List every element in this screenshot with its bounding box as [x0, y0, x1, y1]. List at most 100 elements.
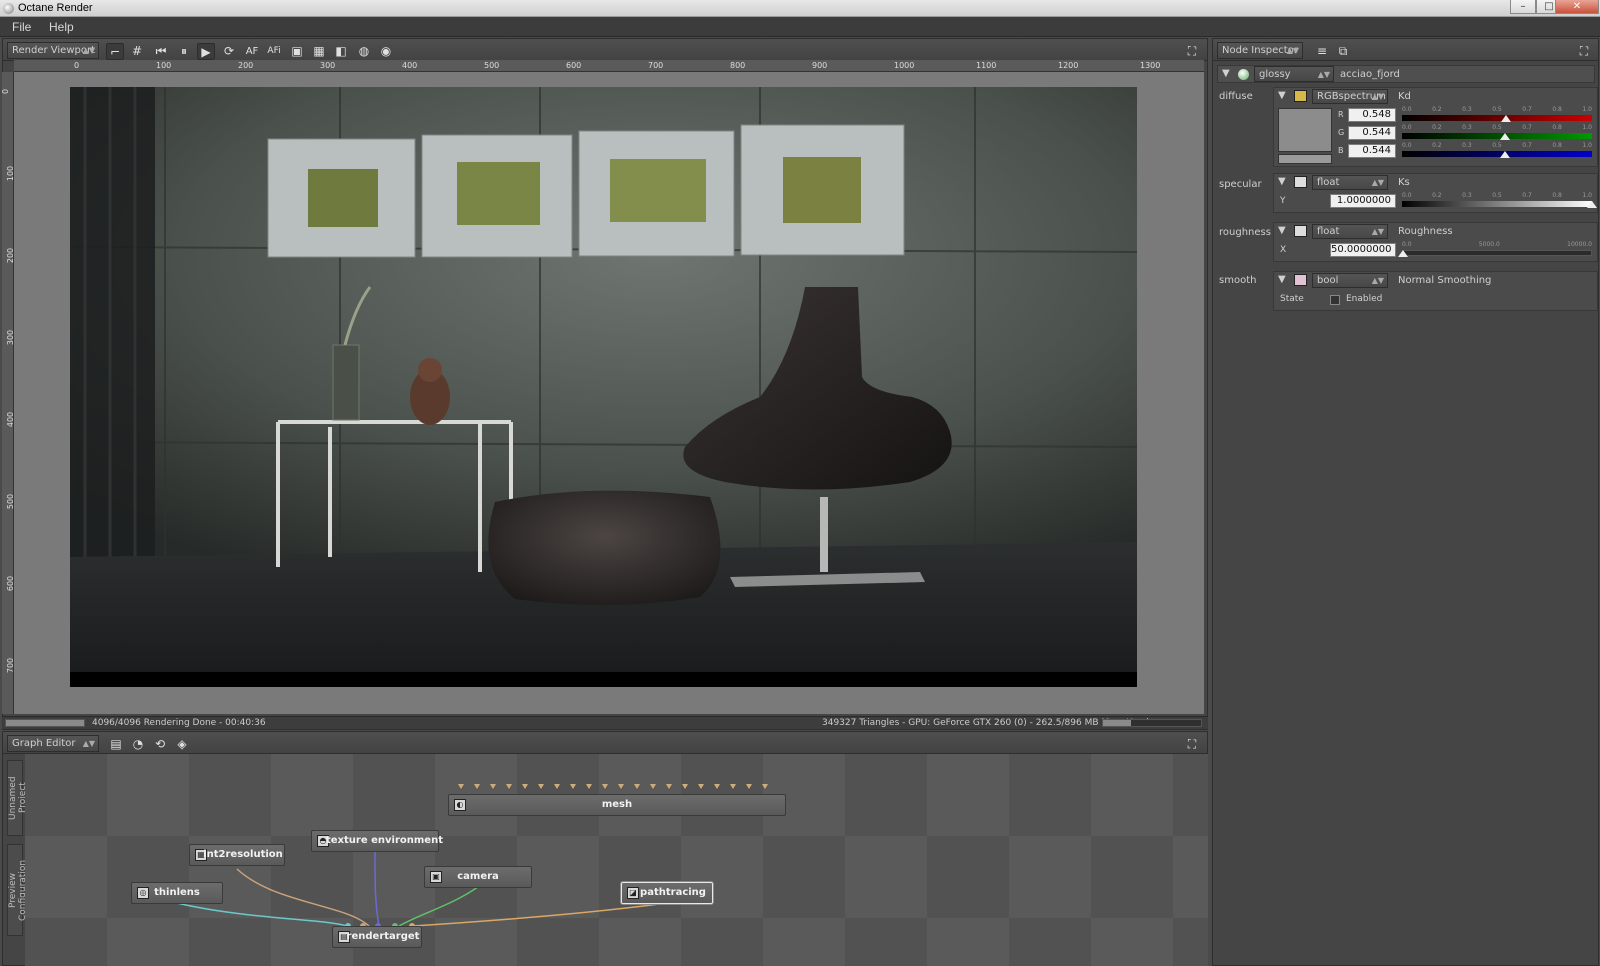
autofocus-button[interactable]: AF [243, 43, 261, 60]
graph-maximize-icon[interactable]: ⛶ [1183, 736, 1201, 753]
ruler-left-tick: 300 [6, 329, 14, 346]
split-view-icon[interactable]: ◧ [332, 43, 350, 60]
tab-preview-configuration[interactable]: Preview Configuration [7, 844, 28, 936]
node-rendertarget[interactable]: ▤ rendertarget [332, 926, 422, 948]
refresh-icon[interactable]: ⟳ [220, 43, 238, 60]
viewport-maximize-icon[interactable]: ⛶ [1183, 43, 1201, 60]
smooth-type-dropdown[interactable]: bool ▲▼ [1312, 273, 1388, 288]
menu-help[interactable]: Help [49, 20, 74, 34]
sync-icon[interactable]: ◉ [377, 43, 395, 60]
inspector-selector[interactable]: Node Inspector ▲▼ [1217, 42, 1303, 59]
collapse-all-icon[interactable]: ⧉ [1334, 43, 1352, 60]
roughness-section: ▼ float ▲▼ Roughness X 50.0000000 0.0 5000… [1273, 222, 1598, 262]
diffuse-section: ▼ RGBspectrum ▲▼ Kd R 0.548 0.0 0.2 0.3 0.5 0.7… [1273, 87, 1598, 167]
node-mesh[interactable]: ◐ mesh [448, 794, 786, 816]
expand-all-icon[interactable]: ≡ [1313, 43, 1331, 60]
channel-slider-r[interactable]: 0.0 0.2 0.3 0.5 0.7 0.8 1.0 [1402, 106, 1592, 122]
node-camera[interactable]: ▣ camera [424, 866, 532, 888]
channel-slider-thumb[interactable] [1500, 133, 1511, 140]
smooth-section: ▼ bool ▲▼ Normal Smoothing State Enabled [1273, 271, 1598, 311]
channel-label-b: B [1338, 146, 1344, 155]
load-material-icon[interactable]: ◔ [129, 736, 147, 753]
diffuse-collapse-icon[interactable]: ▼ [1278, 90, 1286, 101]
float-texture-icon [1294, 176, 1307, 188]
ruler-left-tick: 200 [6, 247, 14, 264]
ruler-top-tick: 1100 [976, 61, 997, 70]
menu-bar: File Help [0, 17, 1600, 37]
grid-icon[interactable]: # [128, 43, 146, 60]
play-icon[interactable]: ▶ [197, 43, 215, 60]
ruler-top-tick: 1300 [1140, 61, 1161, 70]
gpu-status-text: 349327 Triangles - GPU: GeForce GTX 260 … [822, 718, 1149, 728]
channel-slider-b[interactable]: 0.0 0.2 0.3 0.5 0.7 0.8 1.0 [1402, 142, 1592, 158]
float-texture-icon [1294, 225, 1307, 237]
material-header: ▼ glossy ▲▼ acciao_fjord [1217, 65, 1595, 83]
menu-file[interactable]: File [12, 20, 31, 34]
bool-texture-icon [1294, 274, 1307, 286]
channel-scale: 0.0 0.2 0.3 0.5 0.7 0.8 1.0 [1402, 124, 1592, 131]
select-tool-icon[interactable]: ⌐ [106, 43, 124, 60]
render-image[interactable] [70, 87, 1137, 687]
viewport-selector[interactable]: Render Viewport ▲▼ [7, 42, 99, 59]
ruler-horizontal: 0 100 200 300 400 500 600 700 800 900 1000 1100 1200… [14, 60, 1204, 72]
diffuse-pin-name: Kd [1398, 91, 1411, 102]
specular-slider-thumb[interactable] [1587, 201, 1597, 208]
specular-collapse-icon[interactable]: ▼ [1278, 176, 1286, 187]
minimize-button[interactable]: – [1510, 0, 1536, 14]
channel-value-b[interactable]: 0.544 [1348, 144, 1396, 158]
channel-slider-thumb[interactable] [1500, 151, 1511, 158]
specular-type-dropdown[interactable]: float ▲▼ [1312, 175, 1388, 190]
smooth-collapse-icon[interactable]: ▼ [1278, 274, 1286, 285]
ruler-left-tick: 400 [6, 411, 14, 428]
channel-scale: 0.0 0.2 0.3 0.5 0.7 0.8 1.0 [1402, 106, 1592, 113]
roughness-label: roughness [1219, 227, 1271, 238]
node-pathtracing[interactable]: ◪ pathtracing [621, 882, 713, 904]
smooth-checkbox[interactable] [1330, 295, 1340, 305]
roughness-axis-label: X [1280, 245, 1287, 255]
ruler-top-tick: 100 [156, 61, 172, 70]
channel-slider-g[interactable]: 0.0 0.2 0.3 0.5 0.7 0.8 1.0 [1402, 124, 1592, 140]
autofocus-image-button[interactable]: AFi [265, 43, 283, 60]
ruler-top-tick: 800 [730, 61, 746, 70]
node-thinlens[interactable]: ◎ thinlens [131, 882, 223, 904]
diffuse-type-dropdown[interactable]: RGBspectrum ▲▼ [1312, 89, 1388, 104]
specular-pin-name: Ks [1398, 177, 1410, 188]
ruler-left-tick: 0 [2, 89, 10, 94]
roughness-slider[interactable]: 0.0 5000.0 10000.0 [1397, 241, 1592, 257]
globe-icon[interactable]: ◍ [355, 43, 373, 60]
diffuse-color-swatch[interactable] [1278, 108, 1332, 152]
node-texture-environment[interactable]: ◓ texture environment [311, 830, 443, 852]
region-render-icon[interactable]: ▣ [288, 43, 306, 60]
ruler-left-tick: 100 [6, 165, 14, 182]
graph-canvas[interactable]: ◐ mesh ◓ texture environment ▦ int2resol… [25, 754, 1208, 966]
graph-editor-selector[interactable]: Graph Editor ▲▼ [7, 735, 99, 752]
reload-icon[interactable]: ⟲ [151, 736, 169, 753]
save-graph-icon[interactable]: ▤ [107, 736, 125, 753]
ruler-top-tick: 300 [320, 61, 336, 70]
checker-icon[interactable]: ▦ [310, 43, 328, 60]
roughness-collapse-icon[interactable]: ▼ [1278, 225, 1286, 236]
rewind-icon[interactable]: ⏮ [152, 43, 170, 60]
roughness-type-dropdown[interactable]: float ▲▼ [1312, 224, 1388, 239]
channel-value-g[interactable]: 0.544 [1348, 126, 1396, 140]
app-icon [3, 3, 14, 14]
specular-slider[interactable]: 0.0 0.2 0.3 0.5 0.7 0.8 1.0 [1402, 192, 1597, 208]
diffuse-color-swatch-preview [1278, 154, 1332, 164]
tab-unnamed-project[interactable]: Unnamed Project [7, 760, 28, 836]
pause-icon[interactable]: ⏸ [175, 43, 193, 60]
collapse-arrow-icon[interactable]: ▼ [1222, 68, 1230, 79]
close-button[interactable]: ✕ [1555, 0, 1599, 14]
arrange-icon[interactable]: ◈ [173, 736, 191, 753]
graph-toolbar: Graph Editor ▲▼ ▤ ◔ ⟲ ◈ ⛶ [3, 732, 1207, 754]
channel-scale: 0.0 0.2 0.3 0.5 0.7 0.8 1.0 [1402, 142, 1592, 149]
material-name: acciao_fjord [1340, 69, 1400, 80]
specular-value-field[interactable]: 1.0000000 [1330, 194, 1396, 208]
node-int2resolution[interactable]: ▦ int2resolution [189, 844, 285, 866]
inspector-maximize-icon[interactable]: ⛶ [1575, 43, 1593, 60]
channel-value-r[interactable]: 0.548 [1348, 108, 1396, 122]
material-type-dropdown[interactable]: glossy ▲▼ [1254, 66, 1334, 82]
ruler-top-tick: 600 [566, 61, 582, 70]
node-inspector-panel: Node Inspector ▲▼ ≡ ⧉ ⛶ ▼ glossy ▲▼ acciao… [1212, 38, 1599, 966]
channel-slider-thumb[interactable] [1501, 115, 1512, 122]
roughness-value-field[interactable]: 50.0000000 [1330, 243, 1396, 257]
